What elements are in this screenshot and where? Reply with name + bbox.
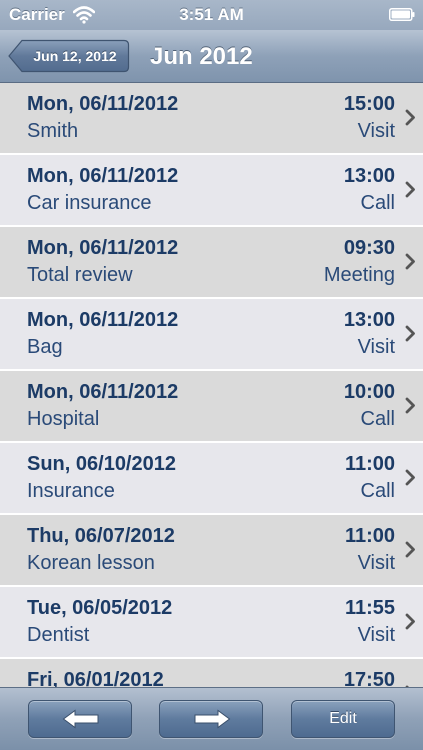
event-title: Total review (27, 264, 133, 286)
chevron-right-icon (405, 325, 415, 342)
event-type: Visit (357, 120, 395, 142)
event-date: Mon, 06/11/2012 (27, 93, 179, 115)
list-item[interactable]: Tue, 06/05/2012 Dentist 11:55 Visit (0, 587, 423, 659)
event-date: Mon, 06/11/2012 (27, 309, 179, 331)
event-title: Bag (27, 336, 63, 358)
event-date: Mon, 06/11/2012 (27, 237, 179, 259)
status-bar: Carrier 3:51 AM (0, 0, 423, 30)
event-date: Sun, 06/10/2012 (27, 453, 176, 475)
event-title: Car insurance (27, 192, 152, 214)
bottom-toolbar: Edit (0, 687, 423, 750)
chevron-right-icon (405, 253, 415, 270)
list-item[interactable]: Mon, 06/11/2012 Smith 15:00 Visit (0, 83, 423, 155)
event-time: 11:00 (344, 525, 395, 547)
chevron-right-icon (405, 109, 415, 126)
event-date: Mon, 06/11/2012 (27, 381, 179, 403)
arrow-right-icon (194, 709, 231, 729)
event-title: Korean lesson (27, 552, 155, 574)
event-type: Meeting (323, 264, 395, 286)
event-time: 09:30 (343, 237, 395, 259)
list-item[interactable]: Mon, 06/11/2012 Total review 09:30 Meeti… (0, 227, 423, 299)
previous-button[interactable] (28, 700, 132, 738)
page-title: Jun 2012 (150, 43, 253, 70)
event-date: Tue, 06/05/2012 (27, 597, 173, 619)
event-title: Dentist (27, 624, 90, 646)
chevron-right-icon (405, 397, 415, 414)
list-item[interactable]: Fri, 06/01/2012 17:50 (0, 659, 423, 687)
list-item[interactable]: Thu, 06/07/2012 Korean lesson 11:00 Visi… (0, 515, 423, 587)
event-title: Smith (27, 120, 79, 142)
event-time: 17:50 (343, 669, 395, 687)
event-time: 13:00 (343, 309, 395, 331)
event-time: 11:55 (344, 597, 395, 619)
event-type: Call (360, 408, 395, 430)
chevron-right-icon (405, 469, 415, 486)
event-time: 13:00 (343, 165, 395, 187)
event-title: Hospital (27, 408, 100, 430)
event-time: 11:00 (344, 453, 395, 475)
chevron-right-icon (405, 613, 415, 630)
next-button[interactable] (159, 700, 263, 738)
event-time: 10:00 (343, 381, 395, 403)
chevron-right-icon (405, 541, 415, 558)
event-date: Mon, 06/11/2012 (27, 165, 179, 187)
event-type: Visit (357, 336, 395, 358)
list-item[interactable]: Mon, 06/11/2012 Hospital 10:00 Call (0, 371, 423, 443)
list-item[interactable]: Sun, 06/10/2012 Insurance 11:00 Call (0, 443, 423, 515)
navigation-bar: Jun 12, 2012 Jun 2012 (0, 30, 423, 83)
event-type: Visit (357, 624, 395, 646)
event-time: 15:00 (343, 93, 395, 115)
edit-button[interactable]: Edit (291, 700, 395, 738)
clock-label: 3:51 AM (179, 5, 244, 24)
list-item[interactable]: Mon, 06/11/2012 Bag 13:00 Visit (0, 299, 423, 371)
event-date: Fri, 06/01/2012 (27, 669, 164, 687)
event-type: Call (360, 480, 395, 502)
event-list[interactable]: Mon, 06/11/2012 Smith 15:00 Visit Mon, 0… (0, 83, 423, 687)
list-item[interactable]: Mon, 06/11/2012 Car insurance 13:00 Call (0, 155, 423, 227)
chevron-right-icon (405, 181, 415, 198)
battery-icon (389, 8, 415, 21)
back-button-label: Jun 12, 2012 (33, 48, 117, 64)
event-type: Visit (357, 552, 395, 574)
event-title: Insurance (27, 480, 115, 502)
event-type: Call (360, 192, 395, 214)
edit-button-label: Edit (329, 710, 357, 727)
event-date: Thu, 06/07/2012 (27, 525, 175, 547)
back-button[interactable]: Jun 12, 2012 (8, 39, 130, 73)
arrow-left-icon (62, 709, 99, 729)
